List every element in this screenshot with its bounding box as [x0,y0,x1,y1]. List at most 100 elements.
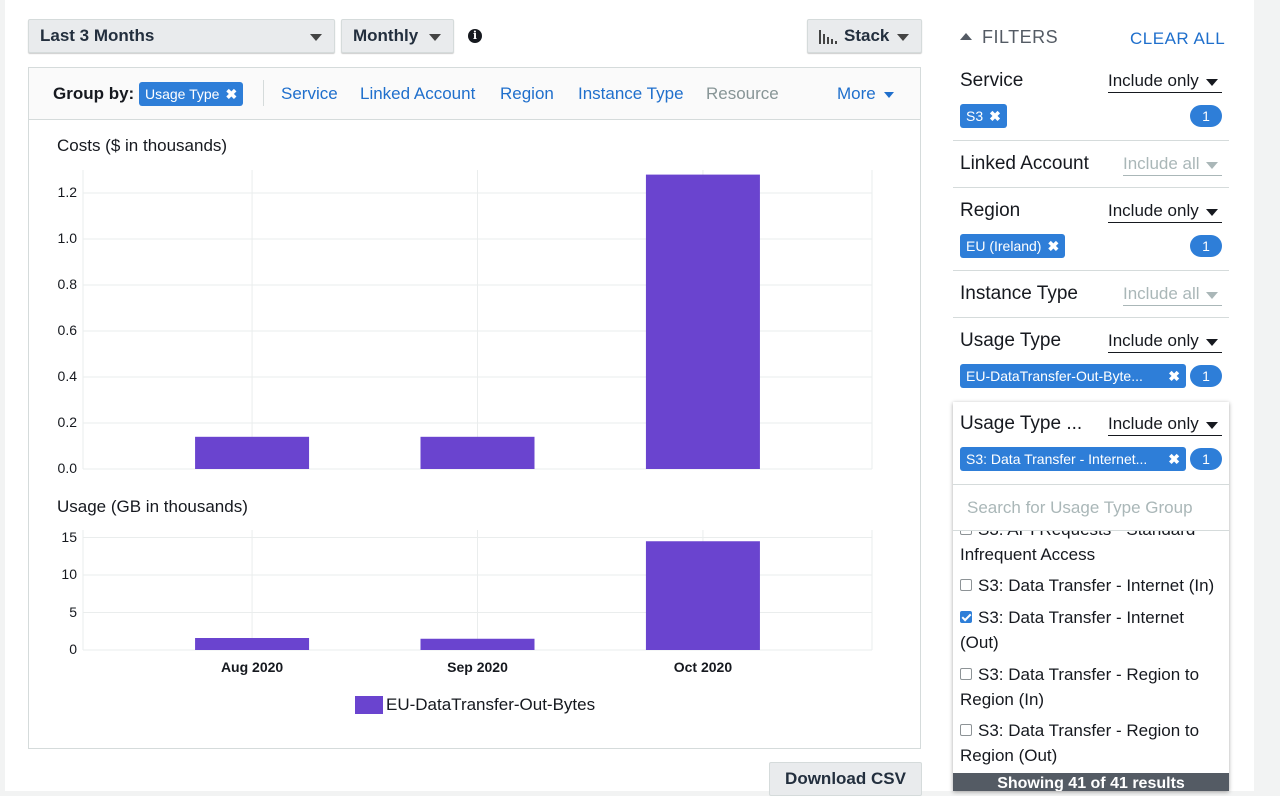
filter-region-chip-label: EU (Ireland) [966,238,1042,254]
granularity-dropdown[interactable]: Monthly [341,19,454,53]
checkbox[interactable] [960,667,972,680]
option-label: S3: API Requests - Standard Infrequent A… [960,531,1195,564]
chevron-down-icon [1206,162,1218,169]
info-icon[interactable]: i [468,29,482,43]
filter-service-mode[interactable]: Include only [1108,71,1222,93]
usage-type-group-search-input[interactable] [965,497,1219,519]
bar-chart-icon [819,30,837,44]
chart-panel: Group by: Usage Type ✖ Service Linked Acc… [28,67,921,749]
y-tick-label: 1.0 [57,230,77,246]
filter-usage-type-label: Usage Type [960,330,1062,351]
filter-region-chip[interactable]: EU (Ireland) ✖ [960,234,1066,258]
time-range-label: Last 3 Months [40,26,155,45]
close-icon[interactable]: ✖ [989,108,1001,124]
bar [420,638,535,650]
y-tick-label: 0.4 [57,368,77,384]
filter-usage-type-mode[interactable]: Include only [1108,331,1222,353]
checkbox-checked[interactable] [960,610,972,623]
option-data-transfer-region-in[interactable]: S3: Data Transfer - Region to Region (In… [960,662,1222,712]
chevron-down-icon [897,34,909,41]
results-count: Showing 41 of 41 results [953,773,1229,791]
filter-usage-type-mode-label: Include only [1108,331,1199,350]
option-label: S3: Data Transfer - Internet (Out) [960,608,1184,652]
close-icon[interactable]: ✖ [1047,238,1059,254]
filter-region-mode[interactable]: Include only [1108,201,1222,223]
y-tick-label: 5 [69,603,77,620]
filter-usage-type-count: 1 [1190,365,1222,387]
x-tick-label: Aug 2020 [220,659,284,675]
option-data-transfer-region-out[interactable]: S3: Data Transfer - Region to Region (Ou… [960,718,1222,768]
chart-style-label: Stack [844,26,890,45]
usage-type-group-search [953,484,1229,531]
filter-region-count: 1 [1190,235,1222,257]
option-api-requests-standard-ia[interactable]: S3: API Requests - Standard Infrequent A… [960,531,1222,567]
usage-type-group-options: S3: API Requests - Standard Infrequent A… [953,531,1229,773]
filter-usage-type-group-count: 1 [1190,448,1222,470]
filter-instance-type-mode-label: Include all [1123,284,1200,303]
y-tick-label: 0.0 [57,460,77,476]
bar [645,174,760,469]
filters-header[interactable]: FILTERS [960,27,1058,48]
close-icon[interactable]: ✖ [1168,447,1180,471]
filter-usage-type-group-chip-label: S3: Data Transfer - Internet... [966,451,1148,467]
option-label: S3: Data Transfer - Region to Region (Ou… [960,721,1200,765]
y-tick-label: 1.2 [57,184,77,200]
option-label: S3: Data Transfer - Internet (In) [978,576,1215,595]
divider [953,317,1229,318]
chevron-down-icon [310,34,322,41]
legend-swatch [355,696,383,714]
y-tick-label: 0.2 [57,414,77,430]
checkbox[interactable] [960,723,972,736]
filter-service-mode-label: Include only [1108,71,1199,90]
chevron-down-icon [1206,422,1218,429]
bar [195,436,310,469]
filter-usage-type-group-chip[interactable]: S3: Data Transfer - Internet... ✖ [960,447,1186,471]
filter-region-mode-label: Include only [1108,201,1199,220]
y-tick-label: 0.8 [57,276,77,292]
granularity-label: Monthly [353,26,419,45]
y-tick-label: 15 [61,528,77,545]
option-data-transfer-internet-in[interactable]: S3: Data Transfer - Internet (In) [960,573,1222,598]
x-tick-label: Oct 2020 [673,659,733,675]
y-tick-label: 10 [61,566,77,582]
filter-linked-account-label: Linked Account [960,153,1089,174]
bar [195,638,310,650]
filter-instance-type-label: Instance Type [960,283,1078,304]
divider [953,270,1229,271]
filter-linked-account-mode-label: Include all [1123,154,1200,173]
chart-style-dropdown[interactable]: Stack [807,19,922,53]
chevron-down-icon [429,34,441,41]
chevron-down-icon [1206,209,1218,216]
bar [645,541,760,650]
x-tick-label: Sep 2020 [447,659,508,675]
filter-instance-type-mode: Include all [1123,284,1222,306]
filter-region-label: Region [960,200,1021,221]
charts-svg [82,170,873,651]
option-label: S3: Data Transfer - Region to Region (In… [960,665,1200,709]
checkbox[interactable] [960,531,972,535]
close-icon[interactable]: ✖ [1168,364,1180,388]
y-tick-label: 0 [69,641,77,657]
filter-service-chip-label: S3 [966,108,984,124]
legend-label: EU-DataTransfer-Out-Bytes [386,695,596,714]
option-data-transfer-internet-out[interactable]: S3: Data Transfer - Internet (Out) [960,605,1222,655]
chevron-up-icon [960,32,972,40]
filter-linked-account-mode: Include all [1123,154,1222,176]
time-range-dropdown[interactable]: Last 3 Months [28,19,335,53]
chevron-down-icon [1206,339,1218,346]
filter-service-label: Service [960,70,1024,91]
filter-service-count: 1 [1190,105,1222,127]
filter-usage-type-group-mode-label: Include only [1108,414,1199,433]
y-tick-label: 0.6 [57,322,77,338]
filter-service-chip[interactable]: S3 ✖ [960,104,1007,128]
divider [953,187,1229,188]
chevron-down-icon [1206,292,1218,299]
chevron-down-icon [1206,79,1218,86]
filter-usage-type-group-mode[interactable]: Include only [1108,414,1222,436]
checkbox[interactable] [960,578,972,591]
clear-all-link[interactable]: CLEAR ALL [1130,29,1225,49]
bar [420,436,535,469]
filter-usage-type-chip[interactable]: EU-DataTransfer-Out-Byte... ✖ [960,364,1186,388]
filter-usage-type-group-label: Usage Type ... [960,413,1083,434]
filter-usage-type-chip-label: EU-DataTransfer-Out-Byte... [966,368,1143,384]
